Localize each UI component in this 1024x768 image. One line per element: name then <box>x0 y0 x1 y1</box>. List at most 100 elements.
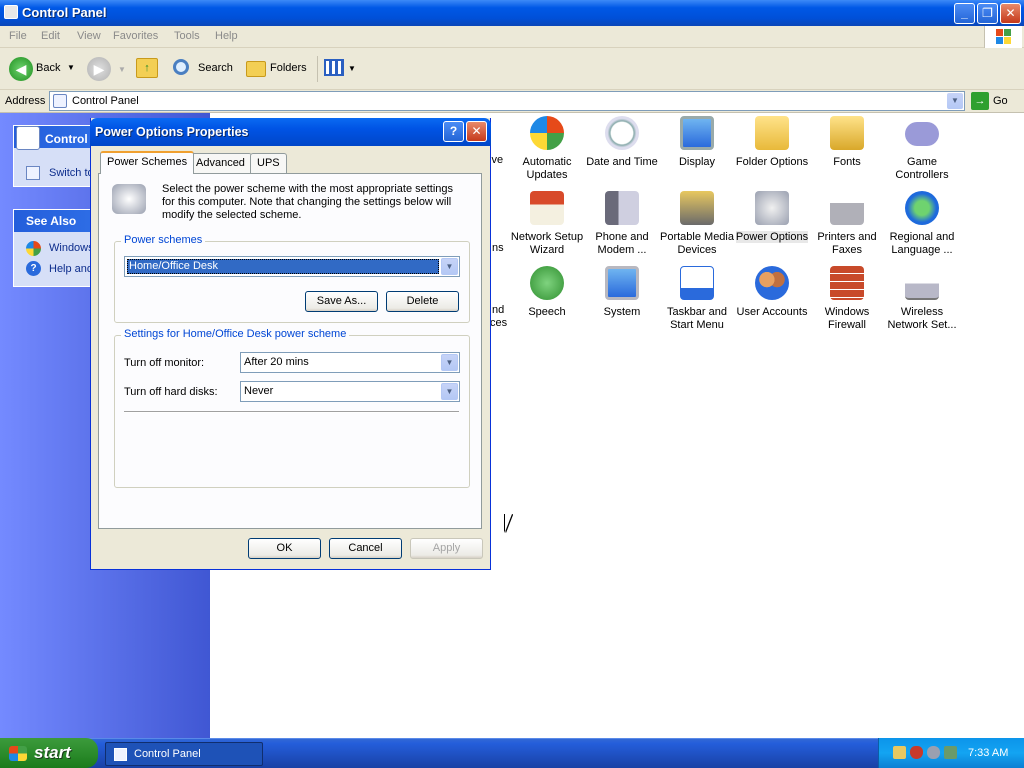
item-label: Speech <box>528 306 566 318</box>
tray-speaker-icon[interactable] <box>927 746 940 759</box>
tray-network-icon[interactable] <box>944 746 957 759</box>
partial-label: ces <box>490 317 508 329</box>
item-label: Display <box>678 156 716 168</box>
regional-language-item[interactable]: Regional and Language ... <box>884 191 960 257</box>
clock-icon <box>605 116 639 150</box>
date-time-item[interactable]: Date and Time <box>584 116 660 169</box>
item-label: Wireless Network Set... <box>887 306 957 331</box>
go-button[interactable]: → Go <box>970 92 1020 111</box>
taskbar-item-control-panel[interactable]: Control Panel <box>105 742 263 766</box>
menu-edit[interactable]: Edit <box>41 30 60 42</box>
item-label: Fonts <box>833 156 861 168</box>
close-button[interactable]: ✕ <box>1000 3 1021 24</box>
mouse-cursor-icon <box>505 514 519 532</box>
folder-options-item[interactable]: Folder Options <box>734 116 810 169</box>
intro-text: Select the power scheme with the most ap… <box>162 183 454 221</box>
folders-button[interactable]: Folders <box>243 56 311 82</box>
portable-media-item[interactable]: Portable Media Devices <box>659 191 735 257</box>
window-titlebar[interactable]: Control Panel _ ❐ ✕ <box>0 0 1024 26</box>
apply-button[interactable]: Apply <box>410 538 483 559</box>
menu-tools[interactable]: Tools <box>174 30 200 42</box>
system-tray: 7:33 AM <box>878 738 1024 768</box>
search-button[interactable]: Search <box>168 56 236 82</box>
tab-ups[interactable]: UPS <box>250 153 287 173</box>
power-plug-icon <box>112 184 146 214</box>
wireless-network-item[interactable]: Wireless Network Set... <box>884 266 960 332</box>
windows-logo-icon <box>984 26 1022 48</box>
start-label: start <box>34 743 71 762</box>
hard-disks-dropdown-icon[interactable]: ▼ <box>441 383 458 400</box>
windows-firewall-item[interactable]: Windows Firewall <box>809 266 885 332</box>
minimize-button[interactable]: _ <box>954 3 975 24</box>
item-label: Date and Time <box>586 156 658 168</box>
maximize-button[interactable]: ❐ <box>977 3 998 24</box>
menu-bar: File Edit View Favorites Tools Help <box>0 26 1024 48</box>
display-item[interactable]: Display <box>659 116 735 169</box>
start-button[interactable]: start <box>0 738 98 768</box>
power-schemes-label: Power schemes <box>121 234 206 246</box>
help-icon: ? <box>26 261 41 276</box>
dialog-help-button[interactable]: ? <box>443 121 464 142</box>
monitor-label: Turn off monitor: <box>124 357 205 369</box>
automatic-updates-item[interactable]: Automatic Updates <box>509 116 585 182</box>
tray-security-shield-icon[interactable] <box>910 746 923 759</box>
dialog-close-button[interactable]: ✕ <box>466 121 487 142</box>
windows-update-icon <box>26 241 41 256</box>
views-dropdown-icon: ▼ <box>348 64 356 73</box>
tray-tools-icon[interactable] <box>893 746 906 759</box>
back-dropdown-icon[interactable]: ▼ <box>67 63 75 72</box>
system-item[interactable]: System <box>584 266 660 319</box>
forward-dropdown-icon[interactable]: ▼ <box>118 65 126 74</box>
taskbar-start-item[interactable]: Taskbar and Start Menu <box>659 266 735 332</box>
views-icon <box>324 59 344 76</box>
views-button[interactable]: ▼ <box>322 58 356 80</box>
scheme-dropdown-icon[interactable]: ▼ <box>441 258 458 275</box>
folder-icon <box>755 116 789 150</box>
address-input[interactable]: Control Panel ▼ <box>49 91 965 111</box>
printers-faxes-item[interactable]: Printers and Faxes <box>809 191 885 257</box>
hard-disks-select[interactable]: Never ▼ <box>240 381 460 402</box>
menu-file[interactable]: File <box>9 30 27 42</box>
folders-icon <box>246 61 266 77</box>
menu-view[interactable]: View <box>77 30 101 42</box>
scheme-settings-label: Settings for Home/Office Desk power sche… <box>121 328 350 340</box>
item-label: Portable Media Devices <box>660 231 734 256</box>
menu-help[interactable]: Help <box>215 30 238 42</box>
firewall-icon <box>830 266 864 300</box>
cancel-button[interactable]: Cancel <box>329 538 402 559</box>
speech-item[interactable]: Speech <box>509 266 585 319</box>
item-label: Printers and Faxes <box>817 231 877 256</box>
tray-clock[interactable]: 7:33 AM <box>968 747 1008 759</box>
monitor-dropdown-icon[interactable]: ▼ <box>441 354 458 371</box>
network-setup-item[interactable]: Network Setup Wizard <box>509 191 585 257</box>
game-controllers-item[interactable]: Game Controllers <box>884 116 960 182</box>
phone-modem-item[interactable]: Phone and Modem ... <box>584 191 660 257</box>
address-dropdown-icon[interactable]: ▼ <box>947 93 963 109</box>
wireless-icon <box>905 266 939 300</box>
tab-advanced[interactable]: Advanced <box>189 153 252 173</box>
up-folder-icon[interactable]: ↑ <box>136 58 158 78</box>
save-as-button[interactable]: Save As... <box>305 291 378 312</box>
taskbar-item-label: Control Panel <box>134 748 201 760</box>
item-label: Phone and Modem ... <box>595 231 649 256</box>
delete-button[interactable]: Delete <box>386 291 459 312</box>
users-icon <box>755 266 789 300</box>
back-button[interactable]: ◀ Back ▼ <box>6 56 78 82</box>
monitor-icon <box>680 116 714 150</box>
tab-power-schemes[interactable]: Power Schemes <box>100 151 195 174</box>
power-options-item[interactable]: Power Options <box>734 191 810 244</box>
menu-favorites[interactable]: Favorites <box>113 30 158 42</box>
item-label: Taskbar and Start Menu <box>667 306 727 331</box>
ok-button[interactable]: OK <box>248 538 321 559</box>
phone-icon <box>605 191 639 225</box>
dialog-titlebar[interactable]: Power Options Properties ? ✕ <box>90 118 491 146</box>
address-value: Control Panel <box>72 95 139 107</box>
user-accounts-item[interactable]: User Accounts <box>734 266 810 319</box>
forward-arrow-icon[interactable]: ▶ <box>87 57 111 81</box>
gamepad-icon <box>905 122 939 146</box>
toolbar: ◀ Back ▼ ▶ ▼ ↑ Search Folders ▼ <box>0 48 1024 90</box>
monitor-select[interactable]: After 20 mins ▼ <box>240 352 460 373</box>
power-options-dialog: Power Options Properties ? ✕ Power Schem… <box>90 118 491 570</box>
fonts-item[interactable]: Fonts <box>809 116 885 169</box>
power-scheme-select[interactable]: Home/Office Desk ▼ <box>124 256 460 277</box>
